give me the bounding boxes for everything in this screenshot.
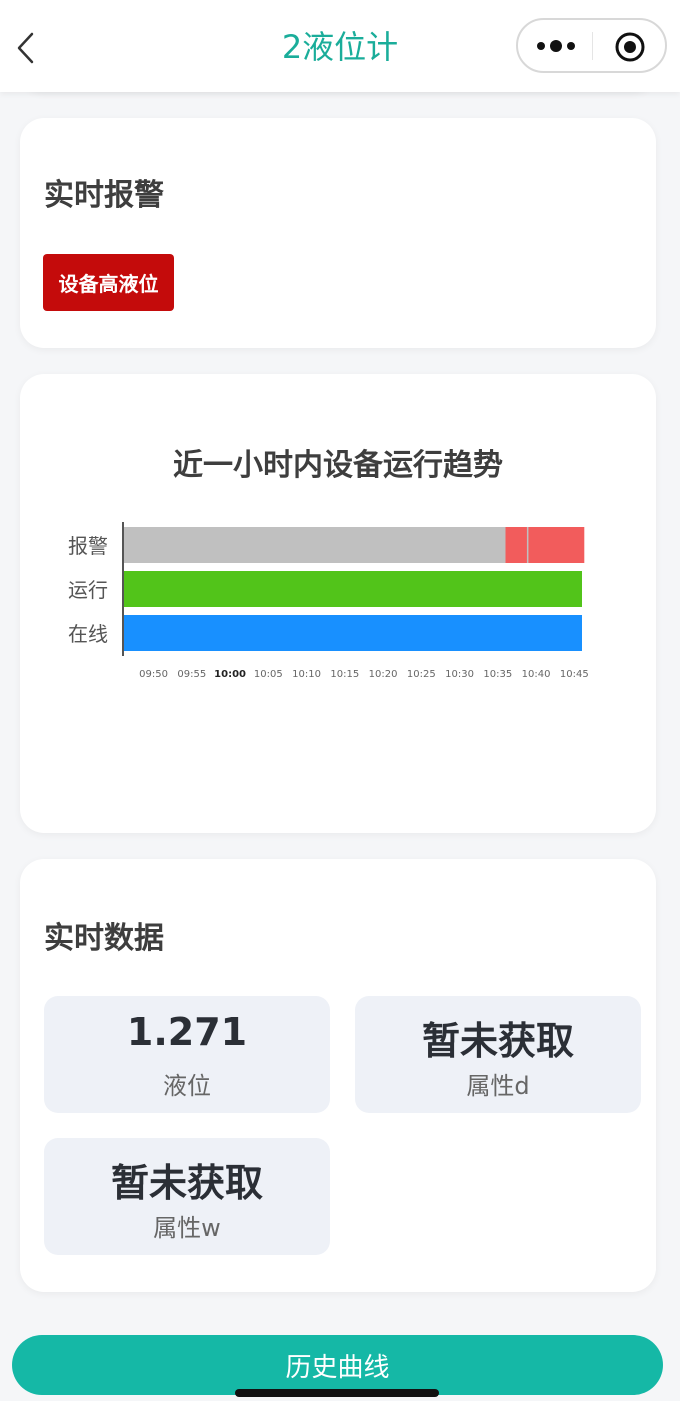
data-tile-attr-d: 暂未获取 属性d bbox=[355, 996, 641, 1113]
alarm-section-title: 实时报警 bbox=[44, 178, 164, 213]
x-tick-label: 10:20 bbox=[369, 669, 398, 680]
x-tick-label: 10:15 bbox=[330, 669, 359, 680]
mini-program-capsule bbox=[516, 18, 667, 73]
tile-value: 暂未获取 bbox=[421, 1019, 574, 1063]
trend-card: 近一小时内设备运行趋势 报警 运行 在线 09:50 09:55 10:00 10:05 10… bbox=[20, 374, 656, 833]
more-dots-icon[interactable] bbox=[536, 38, 578, 54]
alarm-event-mark bbox=[513, 527, 527, 563]
x-tick-label: 10:10 bbox=[292, 669, 321, 680]
alarm-badge-high-level: 设备高液位 bbox=[43, 254, 174, 311]
data-tile-level: 1.271 液位 bbox=[44, 996, 330, 1113]
alarm-card: 实时报警 设备高液位 bbox=[20, 118, 656, 348]
category-label: 运行 bbox=[68, 578, 108, 602]
data-section-title: 实时数据 bbox=[44, 921, 164, 956]
tile-value: 1.271 bbox=[126, 1010, 248, 1054]
x-tick-label: 09:50 bbox=[139, 669, 168, 680]
alarm-event-mark bbox=[570, 527, 585, 563]
x-tick-label: 09:55 bbox=[177, 669, 206, 680]
segment-bar-online bbox=[124, 615, 582, 651]
segment-bar-running bbox=[124, 571, 582, 607]
data-tile-attr-w: 暂未获取 属性w bbox=[44, 1138, 330, 1255]
tile-label: 属性w bbox=[153, 1214, 221, 1242]
x-tick-label: 10:30 bbox=[445, 669, 474, 680]
history-curve-button[interactable]: 历史曲线 bbox=[12, 1335, 663, 1395]
tile-value: 暂未获取 bbox=[110, 1161, 263, 1205]
x-tick-label: 10:40 bbox=[522, 669, 551, 680]
home-indicator bbox=[235, 1389, 439, 1397]
x-tick-label: 10:35 bbox=[483, 669, 512, 680]
x-tick-label: 10:05 bbox=[254, 669, 283, 680]
capsule-divider bbox=[592, 32, 593, 60]
target-circle-icon[interactable] bbox=[614, 31, 646, 63]
tile-label: 液位 bbox=[163, 1072, 211, 1100]
x-tick-label: 10:00 bbox=[214, 669, 246, 680]
trend-chart: 报警运行在线 09:50 09:55 10:00 10:05 10:10 10:15 10:2… bbox=[68, 522, 589, 680]
navigation-bar: 2液位计 bbox=[0, 0, 680, 92]
category-label: 报警 bbox=[68, 534, 108, 558]
category-label: 在线 bbox=[68, 622, 108, 646]
realtime-data-card: 实时数据 1.271 液位 暂未获取 属性d 暂未获取 属性w bbox=[20, 859, 656, 1292]
x-tick-label: 10:25 bbox=[407, 669, 436, 680]
x-tick-label: 10:45 bbox=[560, 669, 589, 680]
tile-label: 属性d bbox=[466, 1072, 530, 1100]
